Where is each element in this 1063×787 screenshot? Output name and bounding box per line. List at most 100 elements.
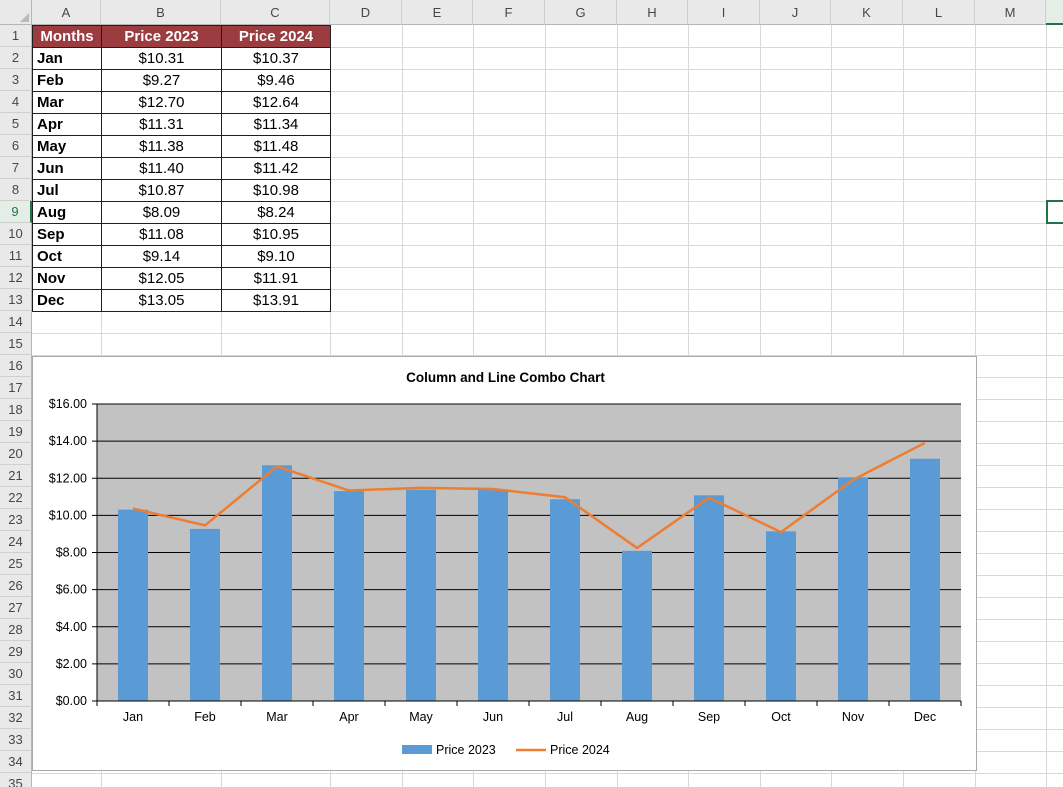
- row-header-34[interactable]: 34: [0, 751, 32, 773]
- table-cell[interactable]: Jul: [33, 180, 102, 202]
- table-cell[interactable]: Mar: [33, 92, 102, 114]
- bar-mar[interactable]: [262, 465, 292, 701]
- table-cell[interactable]: $8.09: [102, 202, 222, 224]
- row-header-9[interactable]: 9: [0, 201, 32, 223]
- bar-apr[interactable]: [334, 491, 364, 701]
- table-cell[interactable]: $11.08: [102, 224, 222, 246]
- row-header-26[interactable]: 26: [0, 575, 32, 597]
- table-cell[interactable]: $10.98: [222, 180, 331, 202]
- y-axis-label[interactable]: $8.00: [56, 546, 87, 560]
- row-header-18[interactable]: 18: [0, 399, 32, 421]
- table-cell[interactable]: $11.38: [102, 136, 222, 158]
- table-cell[interactable]: $11.48: [222, 136, 331, 158]
- row-header-4[interactable]: 4: [0, 91, 32, 113]
- bar-aug[interactable]: [622, 551, 652, 701]
- row-header-5[interactable]: 5: [0, 113, 32, 135]
- x-axis-label[interactable]: Nov: [842, 710, 865, 724]
- table-cell[interactable]: $13.91: [222, 290, 331, 312]
- bar-jul[interactable]: [550, 499, 580, 701]
- row-header-10[interactable]: 10: [0, 223, 32, 245]
- chart-title[interactable]: Column and Line Combo Chart: [406, 370, 605, 385]
- x-axis-label[interactable]: Sep: [698, 710, 720, 724]
- x-axis-label[interactable]: Mar: [266, 710, 288, 724]
- row-header-24[interactable]: 24: [0, 531, 32, 553]
- row-header-1[interactable]: 1: [0, 25, 32, 47]
- x-axis-label[interactable]: Apr: [339, 710, 358, 724]
- column-header-N[interactable]: [1046, 0, 1063, 25]
- bar-may[interactable]: [406, 490, 436, 701]
- row-header-16[interactable]: 16: [0, 355, 32, 377]
- row-header-25[interactable]: 25: [0, 553, 32, 575]
- x-axis-label[interactable]: Feb: [194, 710, 216, 724]
- table-cell[interactable]: $11.34: [222, 114, 331, 136]
- y-axis-label[interactable]: $0.00: [56, 694, 87, 708]
- table-cell[interactable]: Feb: [33, 70, 102, 92]
- legend-label-price-2023[interactable]: Price 2023: [436, 743, 496, 757]
- table-cell[interactable]: Oct: [33, 246, 102, 268]
- table-cell[interactable]: Jan: [33, 48, 102, 70]
- row-header-19[interactable]: 19: [0, 421, 32, 443]
- table-cell[interactable]: $10.31: [102, 48, 222, 70]
- column-header-G[interactable]: G: [545, 0, 617, 25]
- table-cell[interactable]: $11.42: [222, 158, 331, 180]
- table-cell[interactable]: $10.37: [222, 48, 331, 70]
- legend-label-price-2024[interactable]: Price 2024: [550, 743, 610, 757]
- column-header-C[interactable]: C: [221, 0, 330, 25]
- y-axis-label[interactable]: $2.00: [56, 657, 87, 671]
- row-header-27[interactable]: 27: [0, 597, 32, 619]
- table-cell[interactable]: $9.46: [222, 70, 331, 92]
- row-header-17[interactable]: 17: [0, 377, 32, 399]
- table-cell[interactable]: $9.14: [102, 246, 222, 268]
- bar-nov[interactable]: [838, 477, 868, 701]
- bar-sep[interactable]: [694, 495, 724, 701]
- table-cell[interactable]: $10.87: [102, 180, 222, 202]
- row-header-33[interactable]: 33: [0, 729, 32, 751]
- row-header-2[interactable]: 2: [0, 47, 32, 69]
- table-cell[interactable]: $10.95: [222, 224, 331, 246]
- table-cell[interactable]: $11.91: [222, 268, 331, 290]
- table-cell[interactable]: Apr: [33, 114, 102, 136]
- row-header-28[interactable]: 28: [0, 619, 32, 641]
- bar-oct[interactable]: [766, 531, 796, 701]
- column-header-F[interactable]: F: [473, 0, 545, 25]
- x-axis-label[interactable]: Dec: [914, 710, 936, 724]
- bar-jan[interactable]: [118, 510, 148, 701]
- table-header-cell[interactable]: Price 2023: [102, 26, 222, 48]
- column-header-E[interactable]: E: [402, 0, 473, 25]
- y-axis-label[interactable]: $4.00: [56, 620, 87, 634]
- table-cell[interactable]: $12.05: [102, 268, 222, 290]
- x-axis-label[interactable]: May: [409, 710, 433, 724]
- row-header-7[interactable]: 7: [0, 157, 32, 179]
- x-axis-label[interactable]: Jan: [123, 710, 143, 724]
- y-axis-label[interactable]: $16.00: [49, 397, 87, 411]
- table-cell[interactable]: $9.27: [102, 70, 222, 92]
- row-header-22[interactable]: 22: [0, 487, 32, 509]
- table-cell[interactable]: Jun: [33, 158, 102, 180]
- x-axis-label[interactable]: Jun: [483, 710, 503, 724]
- row-header-32[interactable]: 32: [0, 707, 32, 729]
- x-axis-label[interactable]: Oct: [771, 710, 791, 724]
- table-cell[interactable]: Aug: [33, 202, 102, 224]
- table-cell[interactable]: $9.10: [222, 246, 331, 268]
- selected-cell-outline[interactable]: [1046, 200, 1063, 224]
- y-axis-label[interactable]: $14.00: [49, 434, 87, 448]
- row-header-21[interactable]: 21: [0, 465, 32, 487]
- row-header-30[interactable]: 30: [0, 663, 32, 685]
- column-header-B[interactable]: B: [101, 0, 221, 25]
- row-header-8[interactable]: 8: [0, 179, 32, 201]
- table-cell[interactable]: May: [33, 136, 102, 158]
- table-cell[interactable]: Nov: [33, 268, 102, 290]
- row-header-3[interactable]: 3: [0, 69, 32, 91]
- table-cell[interactable]: $13.05: [102, 290, 222, 312]
- column-header-M[interactable]: M: [975, 0, 1046, 25]
- column-header-D[interactable]: D: [330, 0, 402, 25]
- row-header-23[interactable]: 23: [0, 509, 32, 531]
- table-cell[interactable]: $12.70: [102, 92, 222, 114]
- x-axis-label[interactable]: Aug: [626, 710, 648, 724]
- y-axis-label[interactable]: $10.00: [49, 508, 87, 522]
- column-header-H[interactable]: H: [617, 0, 688, 25]
- table-cell[interactable]: Dec: [33, 290, 102, 312]
- row-header-13[interactable]: 13: [0, 289, 32, 311]
- row-header-29[interactable]: 29: [0, 641, 32, 663]
- column-header-I[interactable]: I: [688, 0, 760, 25]
